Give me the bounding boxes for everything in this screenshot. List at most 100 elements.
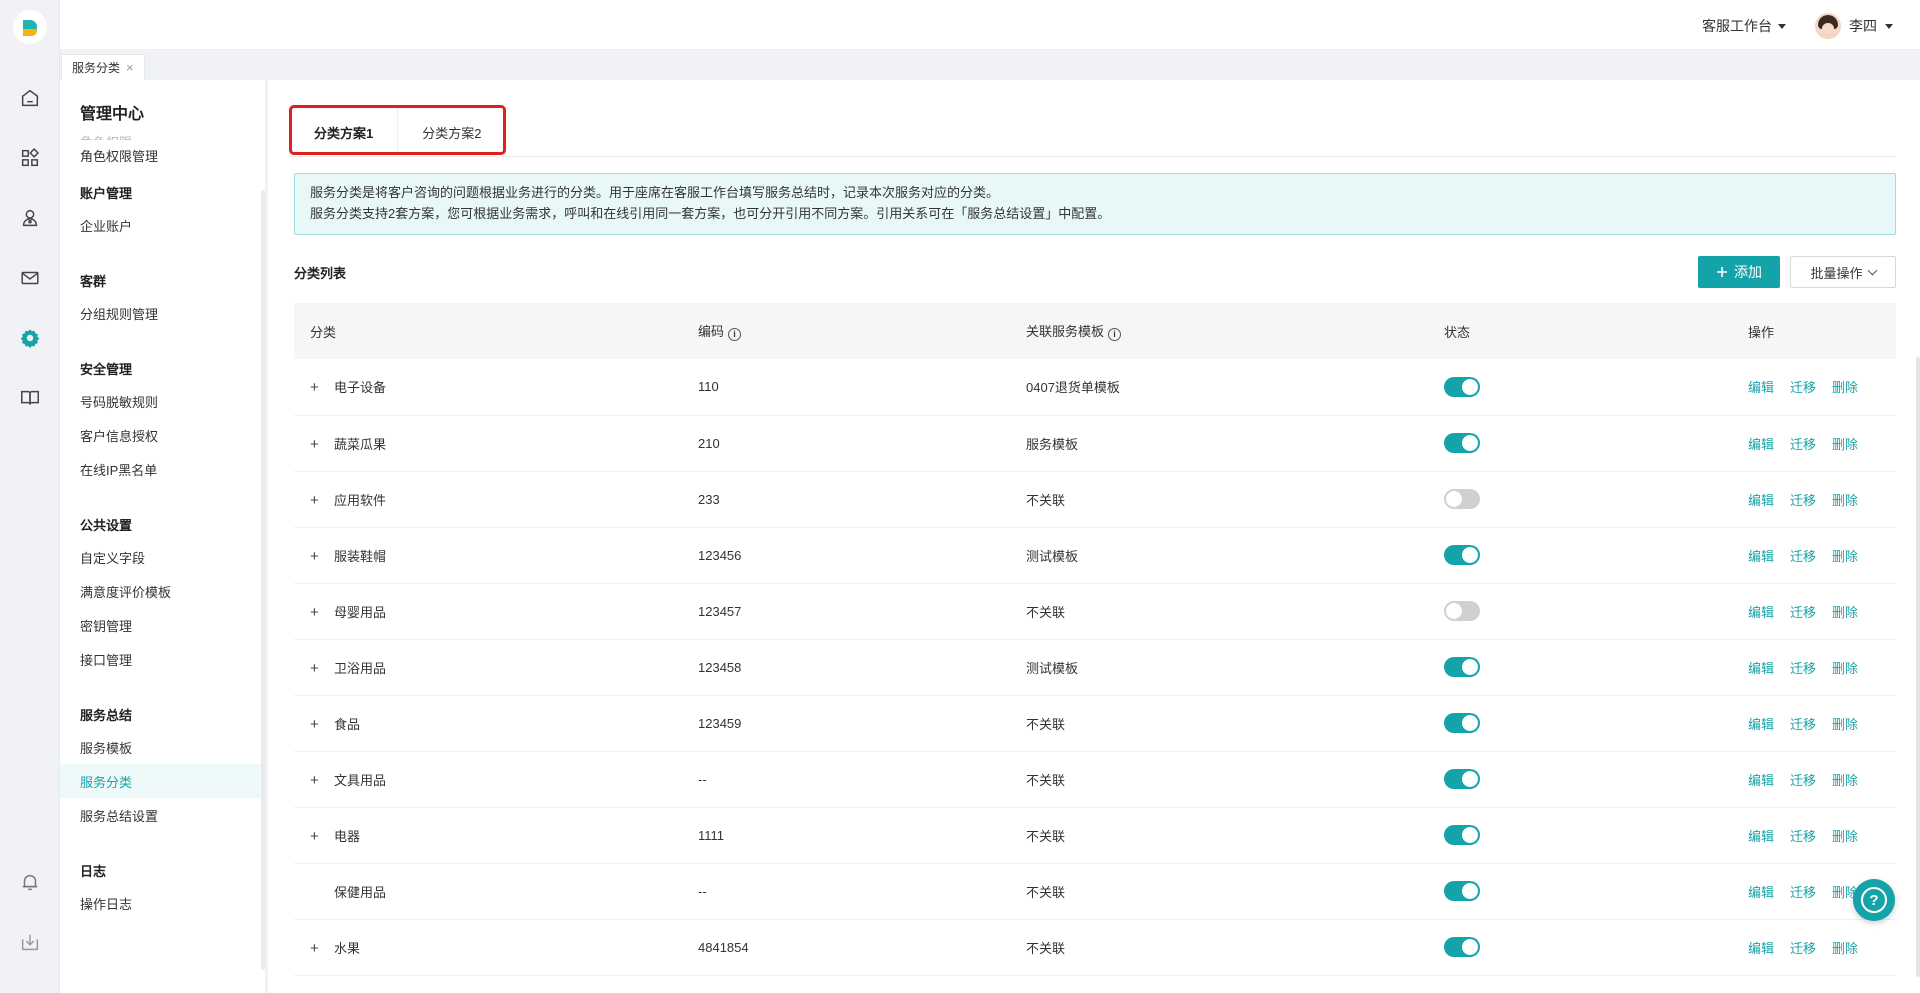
settings-icon[interactable] — [18, 326, 42, 350]
status-toggle[interactable] — [1444, 825, 1480, 845]
edit-link[interactable]: 编辑 — [1748, 885, 1774, 900]
app-logo[interactable] — [13, 10, 47, 44]
status-toggle[interactable] — [1444, 881, 1480, 901]
edit-link[interactable]: 编辑 — [1748, 549, 1774, 564]
bell-icon[interactable] — [18, 870, 42, 894]
status-toggle[interactable] — [1444, 937, 1480, 957]
expand-plus-icon[interactable]: + — [310, 772, 324, 789]
edit-link[interactable]: 编辑 — [1748, 941, 1774, 956]
sidebar-item-operation-log[interactable]: 操作日志 — [60, 886, 265, 920]
expand-plus-icon[interactable]: + — [310, 940, 324, 957]
batch-operation-dropdown[interactable]: 批量操作 — [1790, 256, 1896, 288]
workbench-dropdown[interactable]: 客服工作台 — [1702, 16, 1786, 36]
tab-scheme-1[interactable]: 分类方案1 — [290, 108, 397, 156]
mail-icon[interactable] — [18, 266, 42, 290]
user-menu[interactable]: 李四 — [1815, 13, 1893, 39]
delete-link[interactable]: 删除 — [1832, 437, 1858, 452]
edit-link[interactable]: 编辑 — [1748, 380, 1774, 395]
sidebar-item-customer-info-auth[interactable]: 客户信息授权 — [60, 418, 265, 452]
status-toggle[interactable] — [1444, 489, 1480, 509]
sidebar-item-key-management[interactable]: 密钥管理 — [60, 608, 265, 642]
sidebar-item-service-category[interactable]: 服务分类 — [60, 764, 265, 798]
sidebar-item-service-template[interactable]: 服务模板 — [60, 730, 265, 764]
page-tab-strip: 服务分类 × — [60, 50, 1920, 80]
expand-plus-icon[interactable]: + — [310, 379, 324, 396]
expand-plus-icon[interactable]: + — [310, 492, 324, 509]
tab-scheme-2[interactable]: 分类方案2 — [397, 108, 505, 156]
edit-link[interactable]: 编辑 — [1748, 661, 1774, 676]
delete-link[interactable]: 删除 — [1832, 493, 1858, 508]
delete-link[interactable]: 删除 — [1832, 717, 1858, 732]
avatar — [1815, 13, 1841, 39]
status-toggle[interactable] — [1444, 601, 1480, 621]
category-code: 210 — [698, 435, 720, 451]
status-toggle[interactable] — [1444, 376, 1480, 397]
edit-link[interactable]: 编辑 — [1748, 605, 1774, 620]
sidebar-item-satisfaction-template[interactable]: 满意度评价模板 — [60, 574, 265, 608]
status-toggle[interactable] — [1444, 769, 1480, 789]
edit-link[interactable]: 编辑 — [1748, 829, 1774, 844]
expand-plus-icon[interactable]: + — [310, 436, 324, 453]
expand-plus-icon[interactable]: + — [310, 604, 324, 621]
download-icon[interactable] — [18, 930, 42, 954]
customer-icon[interactable] — [18, 206, 42, 230]
expand-plus-icon[interactable]: + — [310, 716, 324, 733]
status-toggle[interactable] — [1444, 433, 1480, 453]
status-toggle[interactable] — [1444, 657, 1480, 677]
status-toggle[interactable] — [1444, 713, 1480, 733]
sidebar-item-api-management[interactable]: 接口管理 — [60, 642, 265, 676]
cell-category: + 蔬菜瓜果 — [294, 415, 682, 472]
edit-link[interactable]: 编辑 — [1748, 437, 1774, 452]
sidebar-item-ip-blacklist[interactable]: 在线IP黑名单 — [60, 452, 265, 486]
migrate-link[interactable]: 迁移 — [1790, 829, 1816, 844]
migrate-link[interactable]: 迁移 — [1790, 549, 1816, 564]
delete-link[interactable]: 删除 — [1832, 549, 1858, 564]
migrate-link[interactable]: 迁移 — [1790, 661, 1816, 676]
help-button[interactable]: ? — [1853, 879, 1895, 921]
expand-plus-icon[interactable]: + — [310, 828, 324, 845]
close-icon[interactable]: × — [126, 60, 134, 75]
expand-plus-icon[interactable]: + — [310, 660, 324, 677]
sidebar-item-role-permission[interactable]: 角色权限管理 — [60, 138, 265, 172]
sidebar-item-number-masking[interactable]: 号码脱敏规则 — [60, 384, 265, 418]
cell-code: -- — [682, 751, 1010, 808]
main-content: 分类方案1 分类方案2 服务分类是将客户咨询的问题根据业务进行的分类。用于座席在… — [268, 80, 1920, 993]
sidebar-scrollbar[interactable] — [261, 190, 265, 970]
delete-link[interactable]: 删除 — [1832, 661, 1858, 676]
info-icon[interactable]: i — [728, 328, 742, 341]
sidebar-item-custom-fields[interactable]: 自定义字段 — [60, 540, 265, 574]
delete-link[interactable]: 删除 — [1832, 773, 1858, 788]
add-button[interactable]: 添加 — [1698, 256, 1780, 288]
book-icon[interactable] — [18, 386, 42, 410]
delete-link[interactable]: 删除 — [1832, 829, 1858, 844]
edit-link[interactable]: 编辑 — [1748, 717, 1774, 732]
migrate-link[interactable]: 迁移 — [1790, 941, 1816, 956]
page-tab-service-category[interactable]: 服务分类 × — [61, 54, 145, 80]
migrate-link[interactable]: 迁移 — [1790, 605, 1816, 620]
migrate-link[interactable]: 迁移 — [1790, 380, 1816, 395]
home-icon[interactable] — [18, 86, 42, 110]
cell-template: 不关联 — [1010, 919, 1428, 976]
expand-plus-icon[interactable]: + — [310, 548, 324, 565]
status-toggle[interactable] — [1444, 545, 1480, 565]
info-icon[interactable]: i — [1108, 328, 1122, 341]
migrate-link[interactable]: 迁移 — [1790, 885, 1816, 900]
cell-template: 测试模板 — [1010, 527, 1428, 584]
migrate-link[interactable]: 迁移 — [1790, 773, 1816, 788]
edit-link[interactable]: 编辑 — [1748, 773, 1774, 788]
caret-down-icon — [1778, 23, 1786, 29]
delete-link[interactable]: 删除 — [1832, 605, 1858, 620]
migrate-link[interactable]: 迁移 — [1790, 493, 1816, 508]
top-bar: 客服工作台 李四 — [60, 0, 1920, 50]
delete-link[interactable]: 删除 — [1832, 941, 1858, 956]
delete-link[interactable]: 删除 — [1832, 380, 1858, 395]
sidebar-item-group-rules[interactable]: 分组规则管理 — [60, 296, 265, 330]
apps-icon[interactable] — [18, 146, 42, 170]
table-scrollbar[interactable] — [1916, 357, 1920, 977]
sidebar-item-enterprise-account[interactable]: 企业账户 — [60, 208, 265, 242]
edit-link[interactable]: 编辑 — [1748, 493, 1774, 508]
migrate-link[interactable]: 迁移 — [1790, 717, 1816, 732]
category-template: 0407退货单模板 — [1026, 380, 1120, 396]
sidebar-item-summary-settings[interactable]: 服务总结设置 — [60, 798, 265, 832]
migrate-link[interactable]: 迁移 — [1790, 437, 1816, 452]
